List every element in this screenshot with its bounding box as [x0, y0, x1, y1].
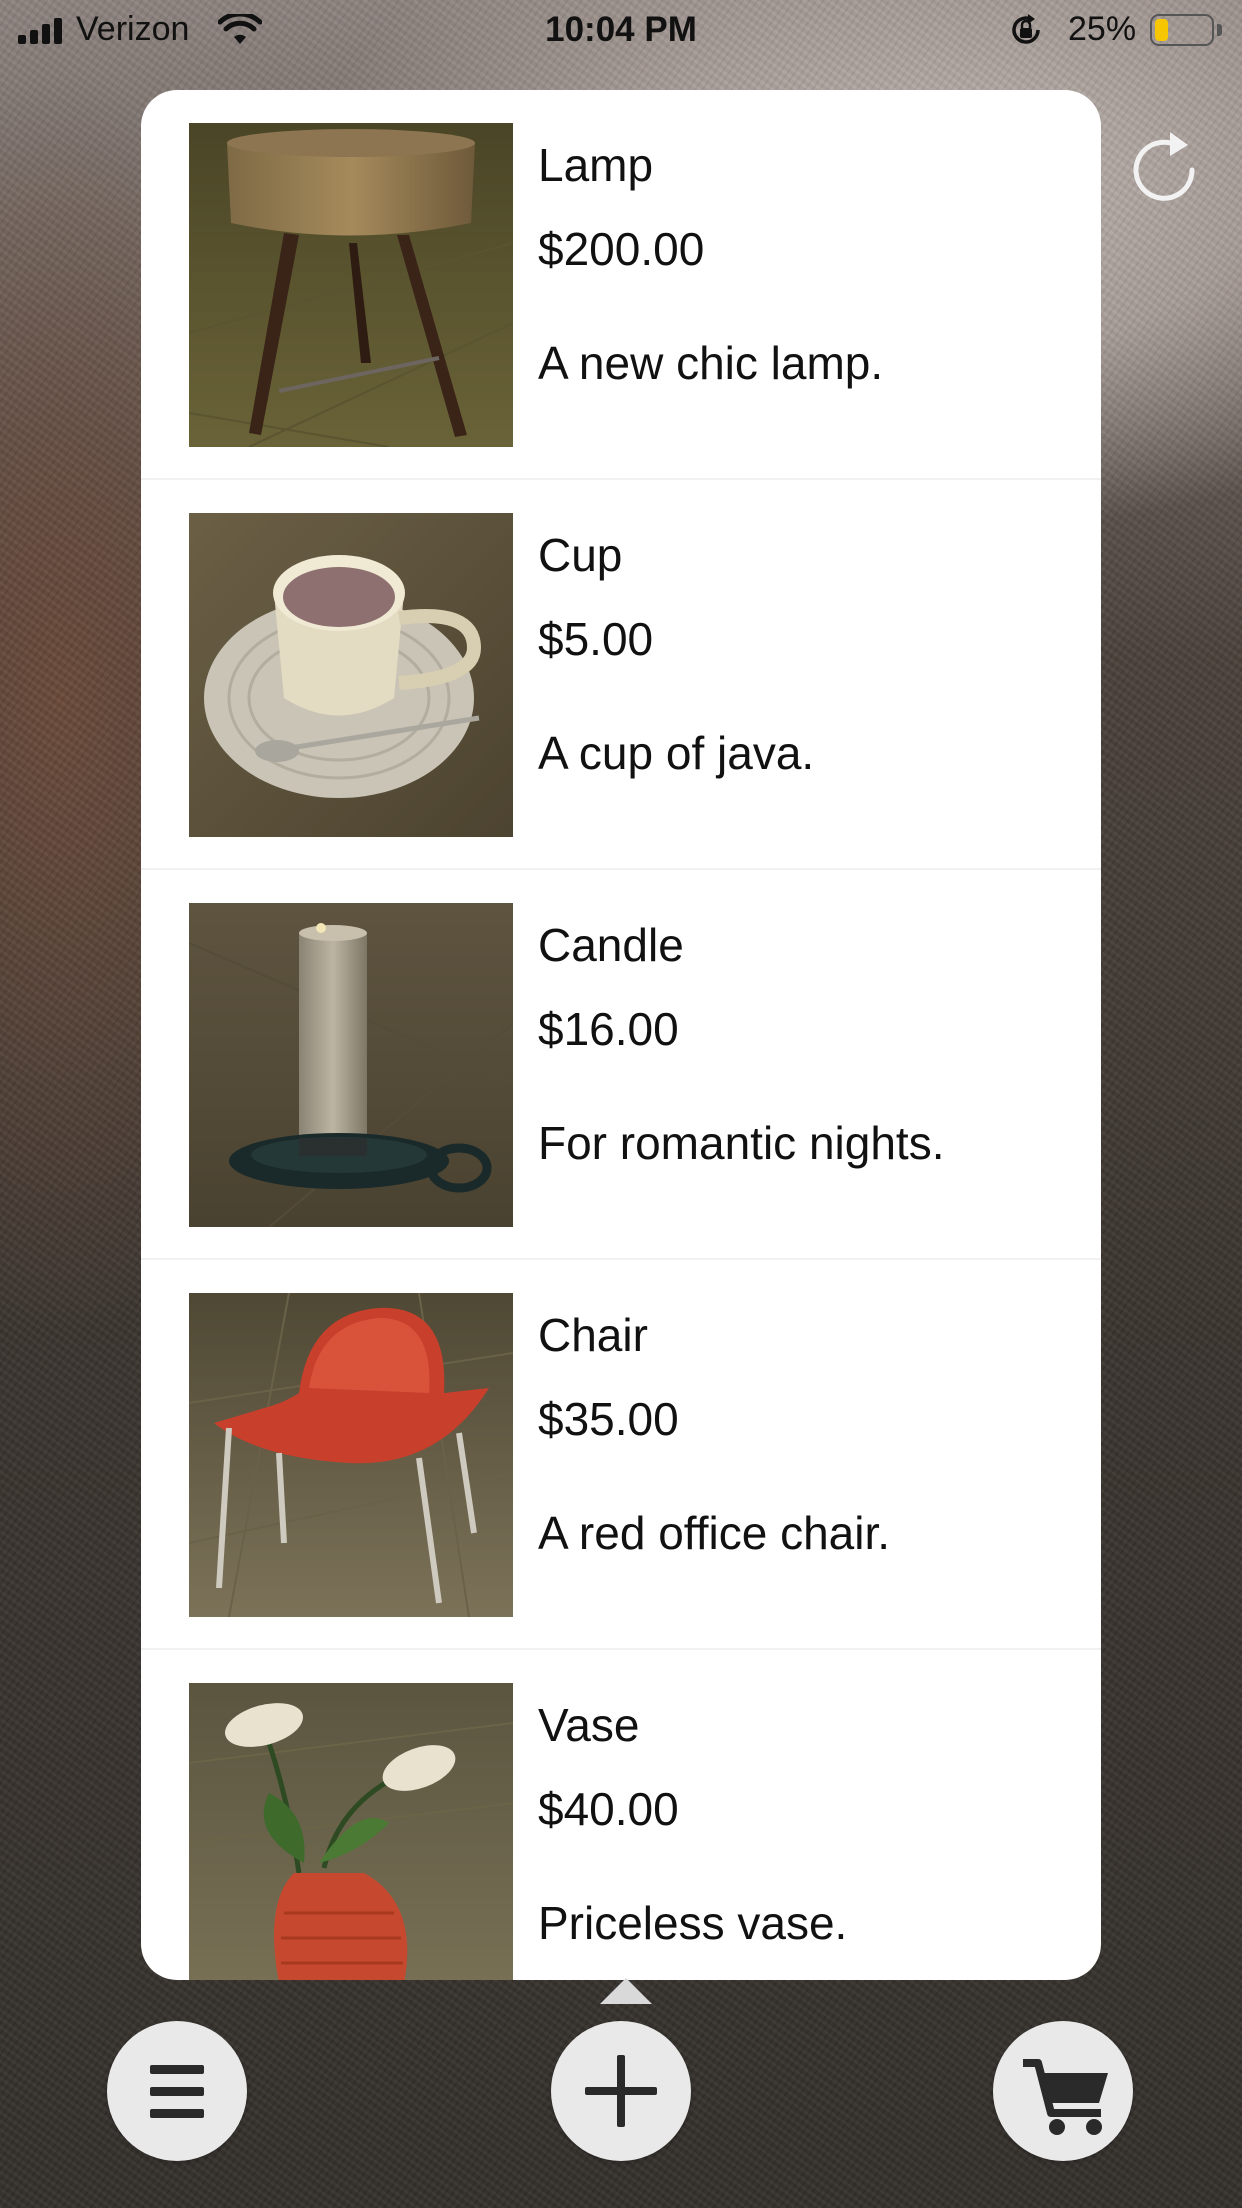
add-button[interactable] [551, 2021, 691, 2161]
battery-icon [1150, 14, 1214, 46]
product-item-cup[interactable]: Cup $5.00 A cup of java. [141, 480, 1101, 870]
product-catalog-panel[interactable]: Lamp $200.00 A new chic lamp. Cup $5.00 … [141, 90, 1101, 1980]
product-description: A cup of java. [538, 727, 815, 779]
product-price: $5.00 [538, 613, 654, 665]
chair-thumbnail [189, 1293, 513, 1617]
battery-tip [1217, 24, 1222, 36]
product-item-candle[interactable]: Candle $16.00 For romantic nights. [141, 870, 1101, 1260]
product-price: $200.00 [538, 223, 705, 275]
shopping-cart-icon [1023, 2059, 1108, 2135]
product-price: $35.00 [538, 1393, 679, 1445]
product-description: For romantic nights. [538, 1117, 945, 1169]
product-price: $40.00 [538, 1783, 679, 1835]
refresh-icon[interactable] [1130, 130, 1200, 206]
plus-icon [585, 2055, 657, 2127]
popover-pointer [600, 1978, 652, 2004]
vase-thumbnail [189, 1683, 513, 1980]
product-name: Lamp [538, 139, 654, 191]
candle-thumbnail [189, 903, 513, 1227]
product-description: A new chic lamp. [538, 337, 884, 389]
product-name: Candle [538, 919, 684, 971]
product-name: Cup [538, 529, 623, 581]
status-bar: Verizon 10:04 PM 25% [0, 0, 1242, 62]
product-description: A red office chair. [538, 1507, 891, 1559]
product-item-chair[interactable]: Chair $35.00 A red office chair. [141, 1260, 1101, 1650]
cup-thumbnail [189, 513, 513, 837]
product-item-vase[interactable]: Vase $40.00 Priceless vase. [141, 1650, 1101, 1980]
lamp-thumbnail [189, 123, 513, 447]
menu-button[interactable] [107, 2021, 247, 2161]
product-description: Priceless vase. [538, 1897, 848, 1949]
product-item-lamp[interactable]: Lamp $200.00 A new chic lamp. [141, 90, 1101, 480]
hamburger-menu-icon [150, 2065, 204, 2118]
cart-button[interactable] [993, 2021, 1133, 2161]
product-name: Vase [538, 1699, 640, 1751]
rotation-lock-icon [1012, 14, 1040, 44]
product-price: $16.00 [538, 1003, 679, 1055]
product-name: Chair [538, 1309, 648, 1361]
clock: 10:04 PM [545, 10, 697, 49]
battery-percent: 25% [1068, 10, 1137, 48]
